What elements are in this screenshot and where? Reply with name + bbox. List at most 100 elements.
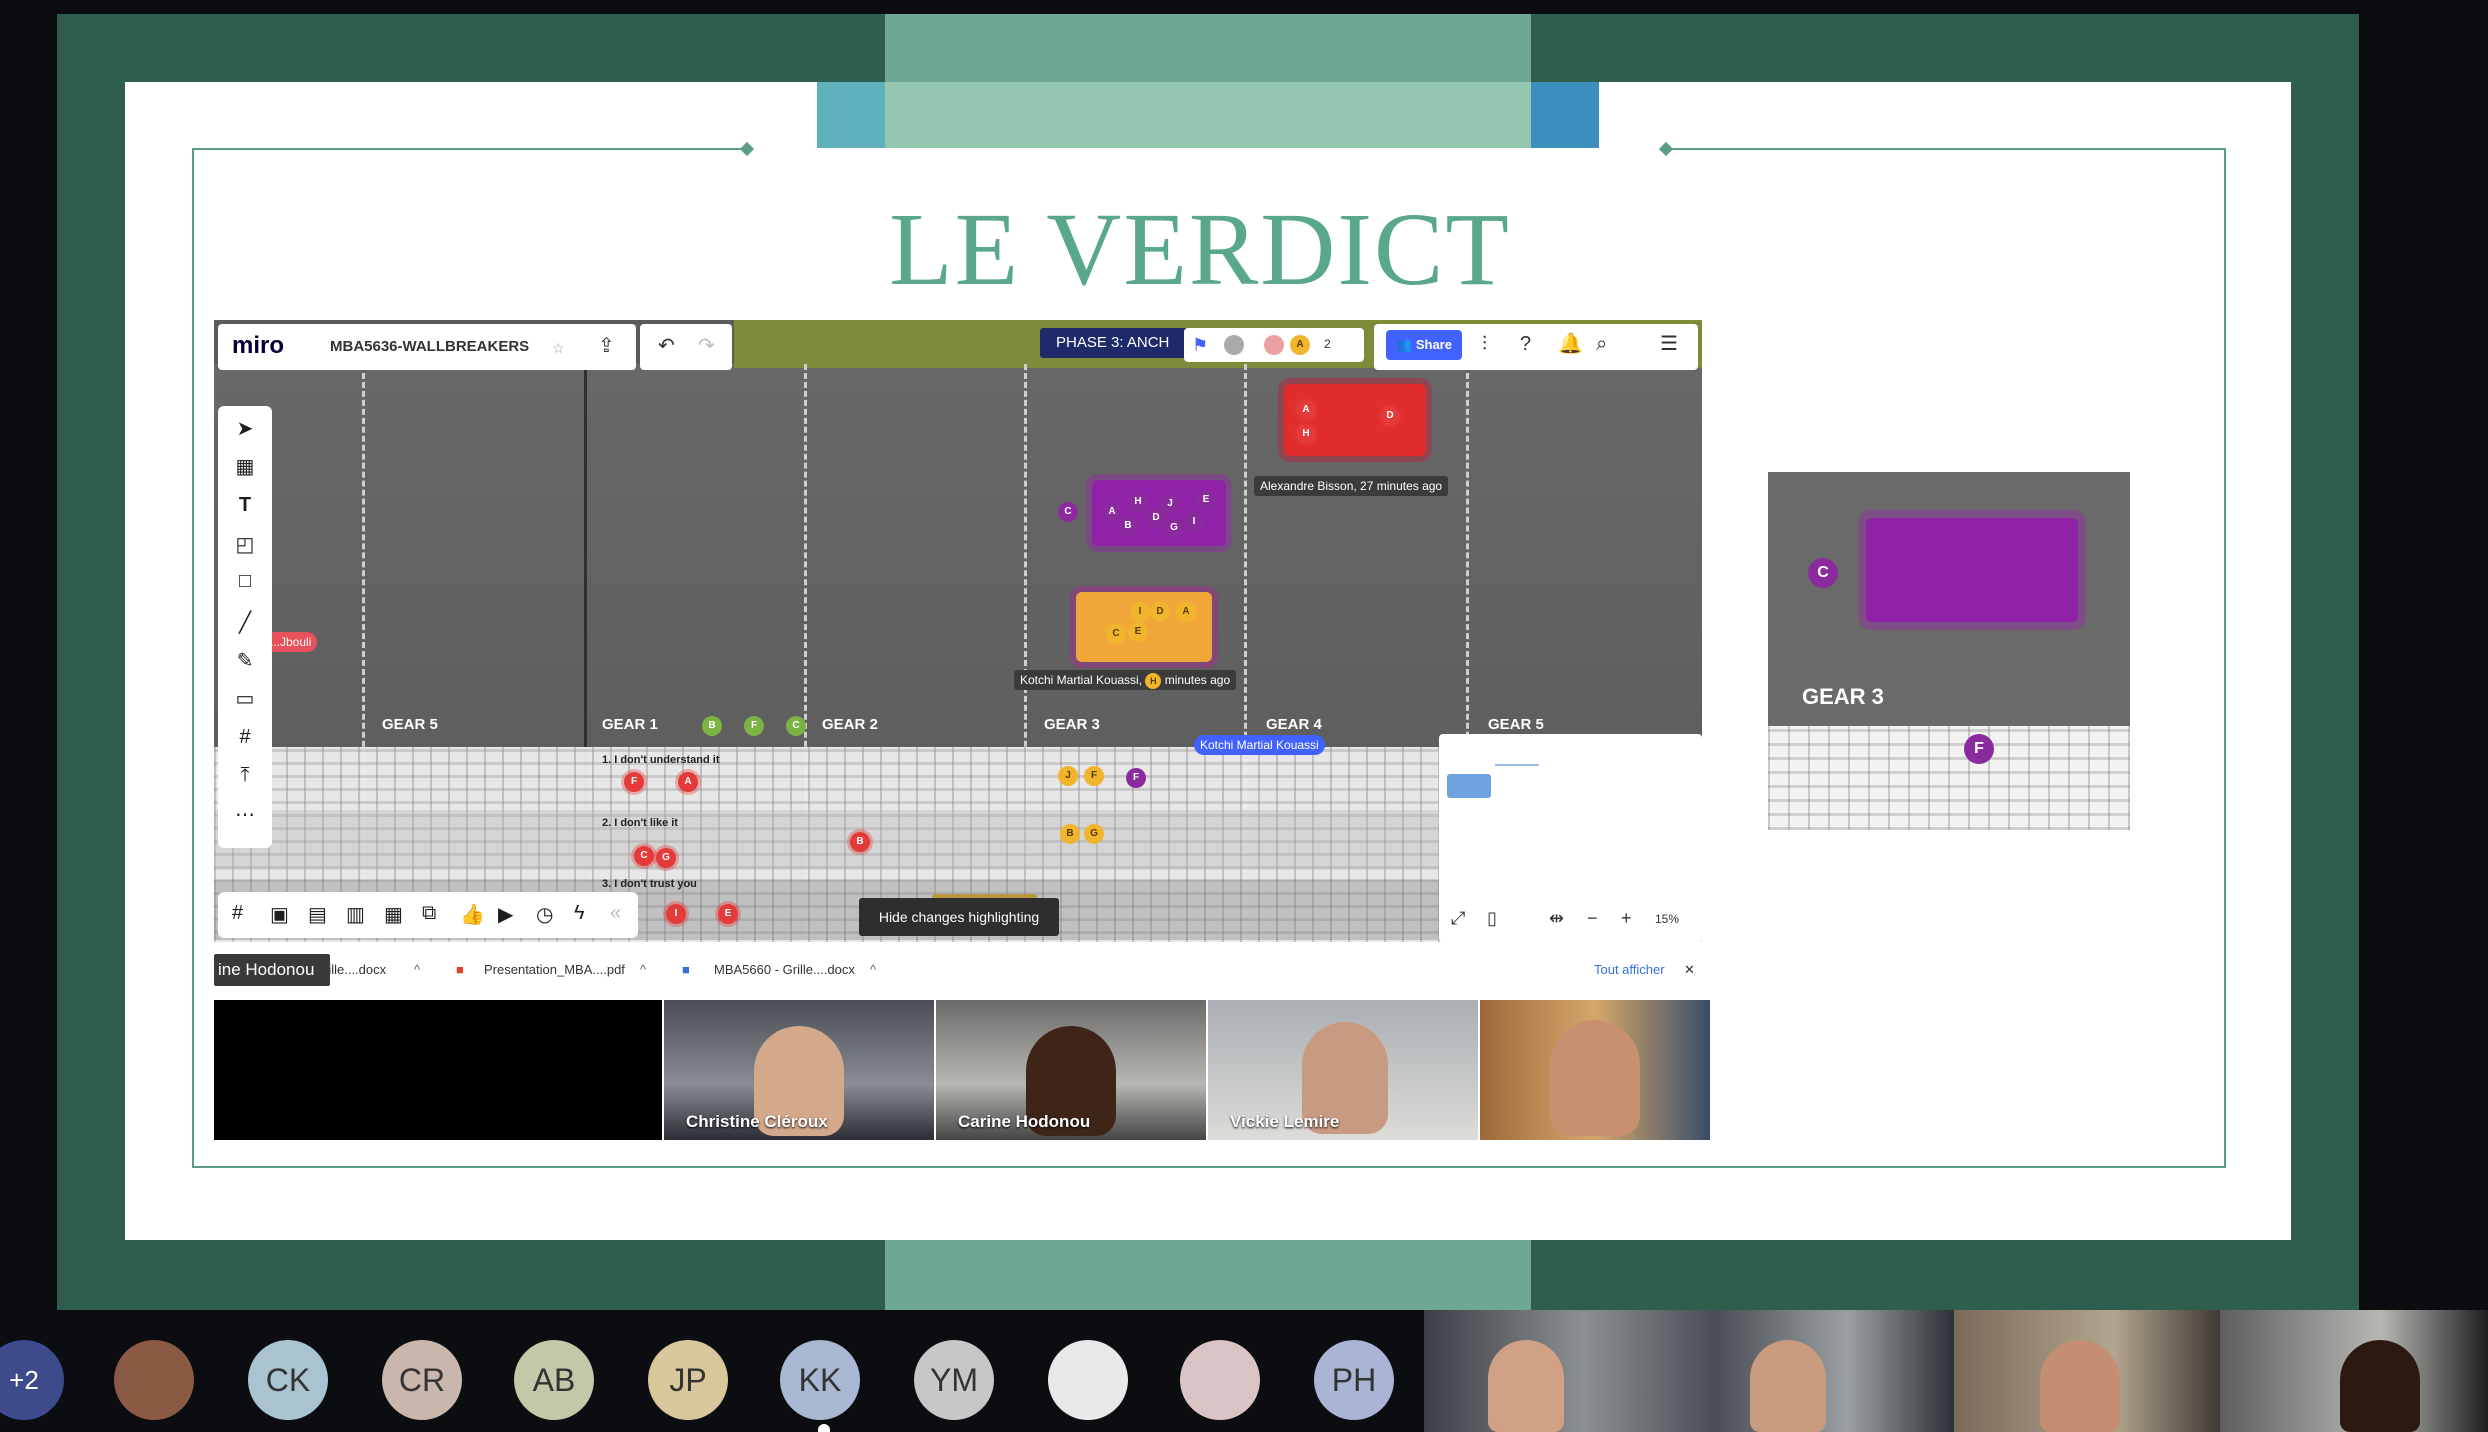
- downloads-bar: rille....docx ^ ■ Presentation_MBA....pd…: [214, 950, 1702, 992]
- participant-avatar[interactable]: CR: [382, 1340, 462, 1420]
- zoom-in-icon[interactable]: +: [1621, 908, 1632, 928]
- follow-icon[interactable]: ⚑: [1192, 335, 1208, 355]
- avatar[interactable]: [1264, 335, 1284, 355]
- map-icon[interactable]: ▯: [1487, 908, 1497, 928]
- present-icon[interactable]: ▣: [270, 902, 289, 927]
- row-label: 2. I don't like it: [602, 817, 678, 829]
- decor-band-top-inner: [885, 82, 1531, 148]
- hide-changes-button[interactable]: Hide changes highlighting: [859, 898, 1059, 936]
- close-icon[interactable]: ✕: [1684, 962, 1695, 978]
- minimap-panel[interactable]: ⤢ ▯ ⇹ − + 15%: [1439, 734, 1702, 942]
- download-item[interactable]: MBA5660 - Grille....docx: [714, 962, 855, 977]
- pen-icon[interactable]: ✎: [218, 648, 272, 673]
- participant-avatar[interactable]: KK: [780, 1340, 860, 1420]
- slide-title: LE VERDICT: [889, 192, 1511, 307]
- video-icon[interactable]: ▶: [498, 902, 513, 927]
- more-icon[interactable]: ⋯: [218, 802, 272, 827]
- share-screen-icon[interactable]: ⧉: [422, 902, 436, 925]
- video-tile: [214, 1000, 662, 1140]
- star-icon[interactable]: ☆: [552, 338, 565, 358]
- bell-icon[interactable]: 🔔: [1558, 334, 1583, 354]
- left-toolbar: ➤ ▦ T ◰ □ ╱ ✎ ▭ # ⤒ ⋯: [218, 406, 272, 848]
- frame-label[interactable]: PHASE 3: ANCH: [1040, 328, 1190, 358]
- participant-avatar[interactable]: [1180, 1340, 1260, 1420]
- participant-avatar[interactable]: [1048, 1340, 1128, 1420]
- search-icon[interactable]: ⌕: [1596, 334, 1607, 354]
- chat-icon[interactable]: ▤: [308, 902, 327, 927]
- redo-icon[interactable]: ↷: [698, 336, 715, 356]
- zoom-out-icon[interactable]: −: [1587, 908, 1598, 928]
- avatar-count: 2: [1324, 337, 1331, 351]
- minimap-viewport: [1447, 774, 1491, 798]
- participant-avatar[interactable]: PH: [1314, 1340, 1394, 1420]
- avatar[interactable]: A: [1290, 335, 1310, 355]
- video-tile: Carine Hodonou: [936, 1000, 1206, 1140]
- chevron-up-icon[interactable]: ^: [414, 962, 420, 977]
- red-bus[interactable]: A D H: [1284, 384, 1426, 456]
- bottom-toolbar: # ▣ ▤ ▥ ▦ ⧉ 👍 ▶ ◷ ϟ «: [218, 892, 638, 938]
- collapse-icon[interactable]: «: [610, 902, 621, 925]
- shape-icon[interactable]: □: [218, 570, 272, 593]
- participant-avatar[interactable]: JP: [648, 1340, 728, 1420]
- lightning-icon[interactable]: ϟ: [574, 902, 585, 925]
- yellow-bus[interactable]: I D A C E: [1076, 592, 1212, 662]
- collaborator-cursor: ...Jbouli: [264, 632, 318, 652]
- cards-icon[interactable]: ▥: [346, 902, 365, 927]
- participant-video: [2220, 1310, 2488, 1432]
- row-label: 1. I don't understand it: [602, 754, 720, 766]
- vote-icon[interactable]: 👍: [460, 902, 485, 927]
- purple-bus[interactable]: A B H D J G E I: [1092, 480, 1226, 546]
- collaborator-avatars: ⚑ A 2: [1184, 328, 1364, 362]
- timer-icon[interactable]: ◷: [536, 902, 553, 927]
- sticky-note-icon[interactable]: ◰: [218, 532, 272, 557]
- export-icon[interactable]: ⇪: [598, 336, 615, 356]
- zoom-level: 15%: [1655, 912, 1680, 926]
- miro-header-left: miro MBA5636-WALLBREAKERS ☆ ⇪: [218, 324, 636, 370]
- gear-label: GEAR 1: [602, 716, 658, 733]
- decor-line-right: [1666, 148, 2224, 150]
- video-tile: Vickie Lemire: [1208, 1000, 1478, 1140]
- chevron-up-icon[interactable]: ^: [870, 962, 876, 977]
- video-tile: Christine Cléroux: [664, 1000, 934, 1140]
- comment-icon[interactable]: ▭: [218, 686, 272, 711]
- frame-icon[interactable]: #: [218, 726, 272, 749]
- miro-board[interactable]: GEAR 5 GEAR 1 GEAR 2 GEAR 3 GEAR 4 GEAR …: [214, 320, 1702, 942]
- share-button[interactable]: 👥 Share: [1386, 330, 1462, 360]
- participant-avatar[interactable]: AB: [514, 1340, 594, 1420]
- participant-avatar[interactable]: YM: [914, 1340, 994, 1420]
- decor-band-bottom: [885, 1240, 1531, 1310]
- speaker-name-pill: ine Hodonou: [214, 954, 330, 986]
- board-name[interactable]: MBA5636-WALLBREAKERS: [330, 338, 529, 355]
- avatar[interactable]: [1224, 335, 1244, 355]
- text-icon[interactable]: T: [218, 494, 272, 517]
- undo-icon[interactable]: ↶: [658, 336, 675, 356]
- participant-avatar[interactable]: [114, 1340, 194, 1420]
- connector-icon[interactable]: ╱: [218, 610, 272, 635]
- show-all-link[interactable]: Tout afficher: [1594, 962, 1665, 977]
- fullscreen-icon[interactable]: ⤢: [1451, 908, 1465, 928]
- gear-label: GEAR 3: [1044, 716, 1100, 733]
- download-item[interactable]: rille....docx: [324, 962, 386, 977]
- kanban-icon[interactable]: ▦: [384, 902, 403, 927]
- participant-avatar[interactable]: CK: [248, 1340, 328, 1420]
- miro-logo: miro: [232, 332, 285, 359]
- minimap-line: [1495, 764, 1539, 766]
- select-icon[interactable]: ➤: [218, 416, 272, 441]
- doc-icon: ■: [682, 962, 690, 977]
- settings-sliders-icon[interactable]: ⫶: [1482, 334, 1487, 354]
- templates-icon[interactable]: ▦: [218, 454, 272, 479]
- chevron-up-icon[interactable]: ^: [640, 962, 646, 977]
- row-label: 3. I don't trust you: [602, 878, 697, 890]
- upload-icon[interactable]: ⤒: [218, 764, 272, 787]
- decor-block-right: [1531, 82, 1599, 148]
- gear-label: GEAR 5: [1488, 716, 1544, 733]
- frames-icon[interactable]: #: [232, 902, 243, 925]
- notes-icon[interactable]: ☰: [1660, 334, 1678, 354]
- fit-icon[interactable]: ⇹: [1549, 908, 1564, 928]
- participant-video: [1424, 1310, 1954, 1432]
- pdf-icon: ■: [456, 962, 464, 977]
- zoomed-detail-image: C GEAR 3 F: [1768, 472, 2130, 830]
- gear-label: GEAR 2: [822, 716, 878, 733]
- download-item[interactable]: Presentation_MBA....pdf: [484, 962, 625, 977]
- help-icon[interactable]: ?: [1520, 334, 1531, 354]
